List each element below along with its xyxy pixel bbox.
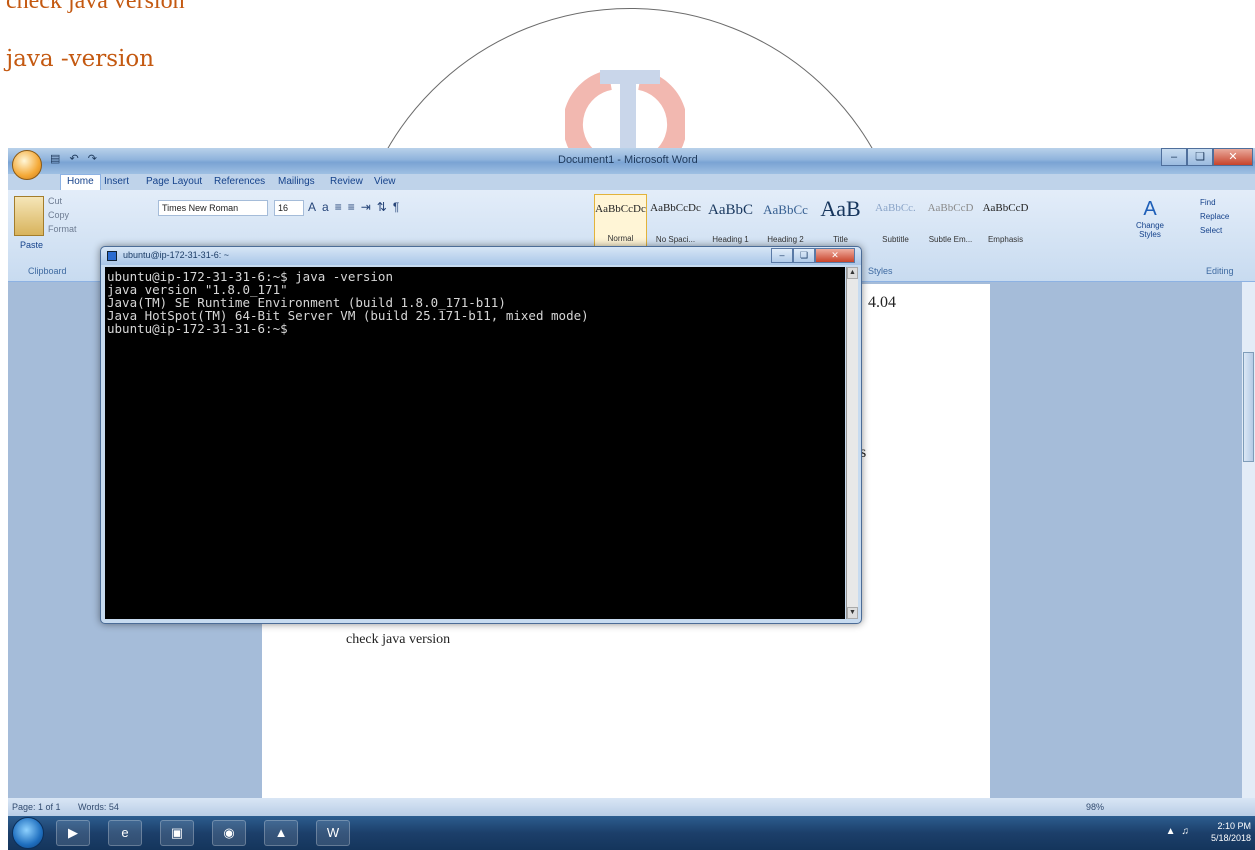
- volume-icon[interactable]: ♫: [1182, 826, 1196, 837]
- replace-button[interactable]: Replace: [1200, 210, 1229, 224]
- doc-caption: check java version: [346, 632, 451, 647]
- pilcrow-icon[interactable]: ¶: [393, 200, 405, 214]
- tab-home[interactable]: Home: [60, 174, 101, 190]
- tab-review[interactable]: Review: [330, 176, 363, 187]
- indent-icon[interactable]: ⇥: [361, 200, 377, 214]
- network-icon[interactable]: ▲: [1166, 826, 1182, 837]
- putty-title-bar[interactable]: ubuntu@ip-172-31-31-6: ~ – ❏ ✕: [101, 247, 861, 265]
- putty-title: ubuntu@ip-172-31-31-6: ~: [123, 250, 229, 260]
- close-button[interactable]: ✕: [1213, 148, 1253, 166]
- copy-button[interactable]: Copy: [48, 208, 77, 222]
- ribbon-tabs: Home Insert Page Layout References Maili…: [8, 174, 1255, 190]
- page-count: Page: 1 of 1: [12, 802, 61, 812]
- word-taskbar-icon[interactable]: W: [316, 820, 350, 846]
- find-button[interactable]: Find: [1200, 196, 1229, 210]
- terminal-line: ubuntu@ip-172-31-31-6:~$: [107, 321, 288, 336]
- terminal-output[interactable]: ubuntu@ip-172-31-31-6:~$ java -version ja…: [105, 267, 845, 619]
- scroll-thumb[interactable]: [1243, 352, 1254, 462]
- desktop-screenshot: ▤ ↶ ↷ Document1 - Microsoft Word – ❏ ✕ H…: [8, 148, 1255, 850]
- tab-page-layout[interactable]: Page Layout: [146, 176, 202, 187]
- sort-icon[interactable]: ⇅: [377, 200, 393, 214]
- tab-insert[interactable]: Insert: [104, 176, 129, 187]
- styles-group-label: Styles: [868, 266, 893, 276]
- undo-icon[interactable]: ↶: [69, 152, 78, 165]
- putty-maximize-button[interactable]: ❏: [793, 248, 815, 263]
- putty-icon: [107, 251, 117, 261]
- style-no-spacing[interactable]: AaBbCcDc No Spaci...: [649, 194, 702, 248]
- style-emphasis[interactable]: AaBbCcD Emphasis: [979, 194, 1032, 248]
- shrink-font-icon[interactable]: a: [322, 200, 335, 214]
- media-player-icon[interactable]: ▶: [56, 820, 90, 846]
- paste-label: Paste: [20, 240, 44, 250]
- minimize-button[interactable]: –: [1161, 148, 1187, 166]
- paste-button[interactable]: [14, 196, 44, 236]
- zoom-level[interactable]: 98%: [1086, 802, 1104, 812]
- taskbar: ▶ e ▣ ◉ ▲ W ▲♫ 2:10 PM 5/18/2018: [8, 816, 1255, 850]
- font-size-select[interactable]: 16: [274, 200, 304, 216]
- change-styles-icon: A: [1143, 198, 1157, 220]
- chrome-icon[interactable]: ◉: [212, 820, 246, 846]
- tab-references[interactable]: References: [214, 176, 265, 187]
- word-title-bar: ▤ ↶ ↷ Document1 - Microsoft Word – ❏ ✕: [8, 148, 1255, 174]
- style-subtle-emphasis[interactable]: AaBbCcD Subtle Em...: [924, 194, 977, 248]
- style-subtitle[interactable]: AaBbCc. Subtitle: [869, 194, 922, 248]
- partial-heading: check java version: [6, 0, 185, 14]
- format-painter-button[interactable]: Format: [48, 222, 77, 236]
- scroll-up-icon[interactable]: ▲: [847, 267, 858, 279]
- style-normal[interactable]: AaBbCcDc Normal: [594, 194, 647, 248]
- putty-minimize-button[interactable]: –: [771, 248, 793, 263]
- font-name-select[interactable]: Times New Roman: [158, 200, 268, 216]
- terminal-scrollbar[interactable]: ▲ ▼: [846, 267, 858, 619]
- putty-window-controls: – ❏ ✕: [771, 248, 855, 263]
- vertical-scrollbar[interactable]: [1241, 282, 1255, 798]
- doc-text-fragment: 4.04: [868, 294, 896, 311]
- internet-explorer-icon[interactable]: e: [108, 820, 142, 846]
- tab-view[interactable]: View: [374, 176, 396, 187]
- style-title[interactable]: AaB Title: [814, 194, 867, 248]
- redo-icon[interactable]: ↷: [88, 152, 97, 165]
- clipboard-group-label: Clipboard: [28, 266, 67, 276]
- clock[interactable]: 2:10 PM 5/18/2018: [1211, 820, 1251, 844]
- formatting-icons: Aa≡≡⇥⇅¶: [308, 200, 405, 214]
- app-icon[interactable]: ▲: [264, 820, 298, 846]
- office-button[interactable]: [12, 150, 42, 180]
- folder-icon[interactable]: ▣: [160, 820, 194, 846]
- window-controls: – ❏ ✕: [1161, 148, 1253, 166]
- editing-group: Find Replace Select: [1200, 196, 1229, 238]
- clipboard-items: Cut Copy Format: [48, 194, 77, 236]
- section-heading: java -version: [6, 46, 155, 72]
- scroll-down-icon[interactable]: ▼: [847, 607, 858, 619]
- editing-group-label: Editing: [1206, 266, 1234, 276]
- status-bar: Page: 1 of 1 Words: 54 98%: [8, 798, 1255, 816]
- numbering-icon[interactable]: ≡: [348, 200, 361, 214]
- select-button[interactable]: Select: [1200, 224, 1229, 238]
- word-count: Words: 54: [78, 802, 119, 812]
- cut-button[interactable]: Cut: [48, 194, 77, 208]
- putty-close-button[interactable]: ✕: [815, 248, 855, 263]
- save-icon[interactable]: ▤: [50, 152, 60, 165]
- window-title: Document1 - Microsoft Word: [558, 154, 698, 166]
- system-tray-icons: ▲♫: [1166, 826, 1195, 837]
- start-button[interactable]: [12, 817, 44, 849]
- style-heading-2[interactable]: AaBbCc Heading 2: [759, 194, 812, 248]
- bullets-icon[interactable]: ≡: [335, 200, 348, 214]
- tab-mailings[interactable]: Mailings: [278, 176, 315, 187]
- grow-font-icon[interactable]: A: [308, 200, 322, 214]
- quick-access-toolbar: ▤ ↶ ↷: [50, 152, 103, 165]
- styles-gallery: AaBbCcDc Normal AaBbCcDc No Spaci... AaBbC…: [594, 194, 1034, 248]
- style-heading-1[interactable]: AaBbC Heading 1: [704, 194, 757, 248]
- page: check java version java -version ▤ ↶ ↷ D…: [0, 0, 1255, 850]
- putty-terminal-window[interactable]: ubuntu@ip-172-31-31-6: ~ – ❏ ✕ ubuntu@ip…: [100, 246, 862, 624]
- change-styles-button[interactable]: A Change Styles: [1130, 198, 1170, 239]
- maximize-button[interactable]: ❏: [1187, 148, 1213, 166]
